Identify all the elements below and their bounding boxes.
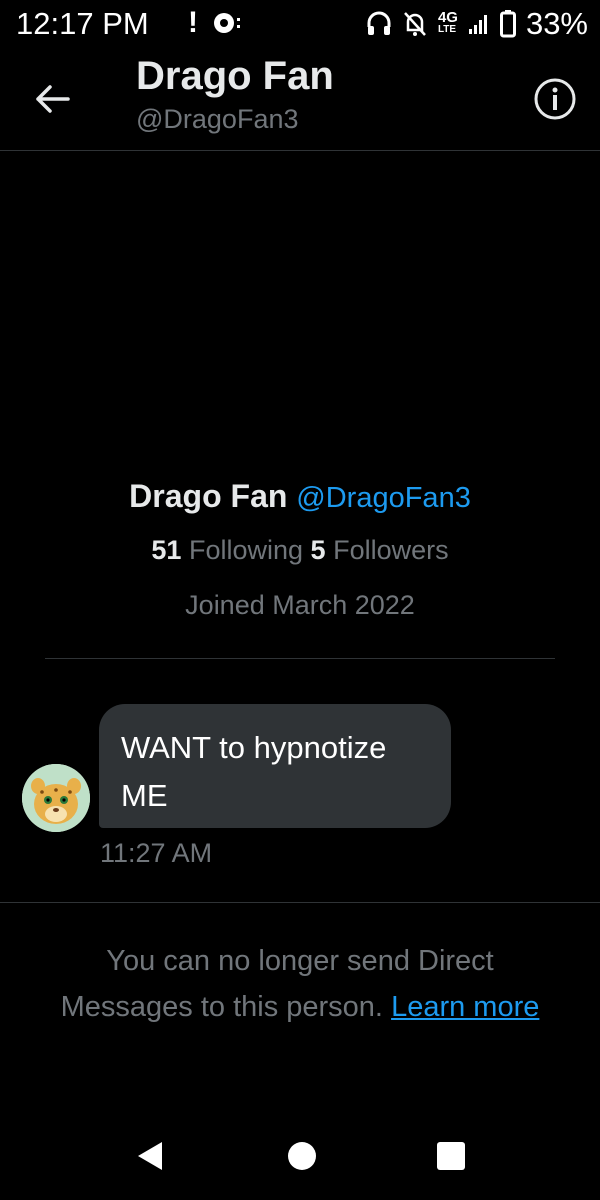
record-icon bbox=[214, 13, 240, 33]
arrow-left-icon[interactable] bbox=[30, 76, 76, 122]
message-timestamp: 11:27 AM bbox=[100, 838, 213, 868]
alert-icon: ! bbox=[188, 6, 198, 39]
message-bubble[interactable]: WANT to hypnotize ME bbox=[99, 704, 451, 828]
mute-bell-icon bbox=[404, 12, 426, 36]
info-icon[interactable] bbox=[532, 76, 578, 122]
status-time: 12:17 PM bbox=[16, 6, 149, 41]
signal-icon bbox=[468, 15, 487, 34]
profile-summary: Drago Fan @DragoFan3 51 Following 5 Foll… bbox=[0, 478, 600, 621]
network-subtype: LTE bbox=[437, 24, 457, 35]
headphones-icon bbox=[367, 11, 391, 35]
following-count[interactable]: 51 bbox=[151, 535, 181, 565]
nav-home-icon[interactable] bbox=[288, 1142, 316, 1170]
network-type: 4G bbox=[437, 9, 458, 26]
cheetah-avatar-icon bbox=[22, 764, 90, 832]
nav-back-icon[interactable] bbox=[136, 1140, 164, 1172]
message-text: WANT to hypnotize ME bbox=[121, 730, 387, 813]
divider bbox=[45, 658, 555, 659]
network-indicator: 4G LTE bbox=[437, 9, 458, 36]
dm-restricted-notice: You can no longer send Direct Messages t… bbox=[40, 938, 560, 1030]
conversation-header: Drago Fan @DragoFan3 bbox=[0, 50, 600, 151]
header-title: Drago Fan bbox=[136, 54, 334, 98]
profile-handle[interactable]: @DragoFan3 bbox=[296, 482, 471, 514]
battery-percent: 33% bbox=[525, 6, 588, 41]
joined-date: Joined March 2022 bbox=[185, 590, 415, 620]
divider bbox=[0, 902, 600, 903]
followers-label[interactable]: Followers bbox=[333, 535, 449, 565]
avatar[interactable] bbox=[22, 764, 90, 832]
following-label[interactable]: Following bbox=[189, 535, 303, 565]
header-handle: @DragoFan3 bbox=[136, 104, 299, 134]
system-nav-bar bbox=[0, 1110, 600, 1200]
learn-more-link[interactable]: Learn more bbox=[391, 991, 539, 1023]
nav-recents-icon[interactable] bbox=[437, 1142, 465, 1170]
battery-icon bbox=[499, 10, 516, 38]
followers-count[interactable]: 5 bbox=[311, 535, 326, 565]
status-bar: 12:17 PM ! 4G LTE 33% bbox=[0, 0, 600, 50]
profile-name[interactable]: Drago Fan bbox=[129, 478, 287, 514]
